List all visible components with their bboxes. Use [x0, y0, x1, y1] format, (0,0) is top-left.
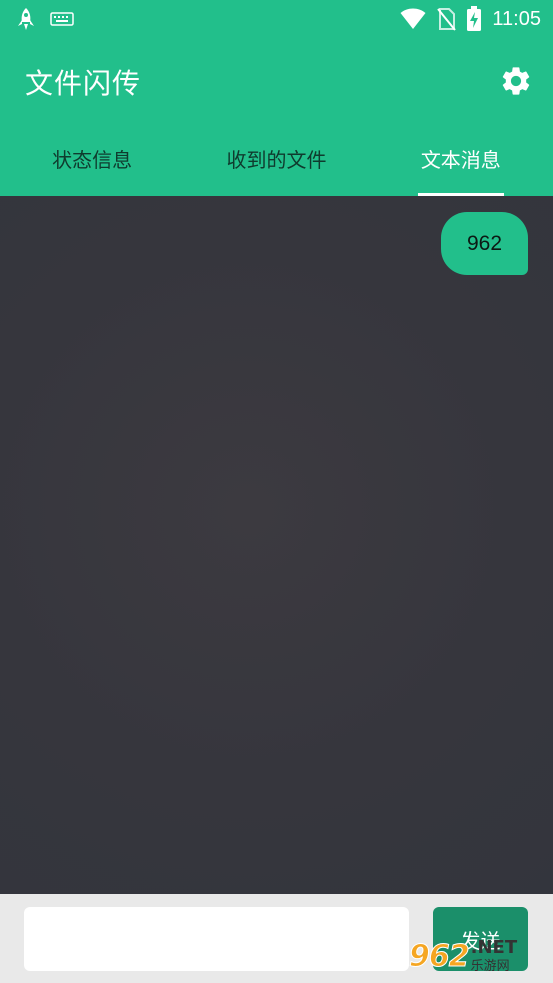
tab-label: 收到的文件	[226, 147, 327, 172]
gear-icon[interactable]	[499, 64, 533, 98]
tab-bar: 状态信息 收到的文件 文本消息	[0, 124, 553, 196]
tab-status-info[interactable]: 状态信息	[0, 124, 184, 196]
message-bubble[interactable]: 962	[441, 212, 528, 275]
tab-text-messages[interactable]: 文本消息	[369, 124, 553, 196]
status-bar: 11:05	[0, 0, 553, 38]
tab-received-files[interactable]: 收到的文件	[184, 124, 368, 196]
input-bar: 发送 962 .NET 乐游网	[0, 894, 553, 983]
tab-label: 文本消息	[420, 147, 501, 172]
status-time: 11:05	[492, 7, 541, 30]
watermark-net: .NET	[470, 937, 518, 958]
message-text: 962	[466, 231, 503, 255]
no-sim-icon	[437, 8, 457, 31]
message-list[interactable]: 962	[0, 196, 553, 894]
watermark-number: 962	[409, 938, 471, 974]
battery-charging-icon	[467, 6, 482, 31]
page-title: 文件闪传	[25, 67, 142, 100]
watermark-site: 乐游网	[470, 959, 510, 974]
keyboard-icon	[50, 12, 74, 26]
app-bar: 文件闪传	[0, 38, 553, 124]
rocket-icon	[18, 8, 34, 30]
wifi-icon	[400, 8, 426, 29]
watermark-logo: 962 .NET 乐游网	[409, 931, 549, 981]
message-input[interactable]	[24, 907, 409, 971]
tab-label: 状态信息	[52, 147, 133, 172]
